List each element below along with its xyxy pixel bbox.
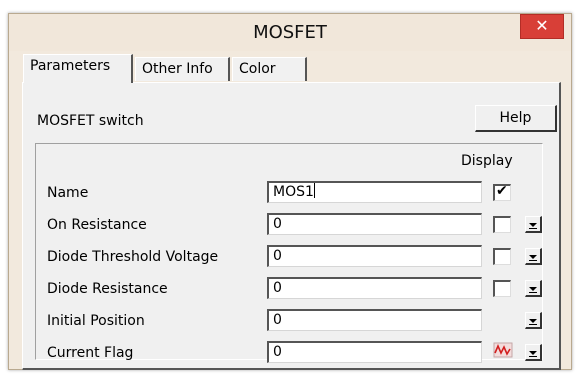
tab-color-label: Color: [239, 61, 276, 77]
diode-resistance-input[interactable]: 0: [267, 277, 482, 299]
help-button[interactable]: Help: [475, 105, 557, 132]
display-diode-resistance-checkbox[interactable]: [493, 280, 511, 297]
close-icon: ✕: [535, 16, 549, 35]
mosfet-dialog: MOSFET ✕ Parameters Other Info Color MOS…: [8, 13, 572, 370]
parameters-panel: MOSFET switch Help Display Name MOS1 On …: [22, 82, 561, 370]
diode-threshold-voltage-value: 0: [273, 248, 282, 264]
display-diode-threshold-voltage-checkbox[interactable]: [493, 248, 511, 265]
current-flag-value: 0: [273, 344, 282, 360]
on-resistance-input[interactable]: 0: [267, 213, 482, 235]
tab-other-info[interactable]: Other Info: [135, 57, 230, 81]
tab-parameters[interactable]: Parameters: [23, 54, 133, 83]
current-flag-icon[interactable]: [493, 342, 513, 358]
param-label-diode-threshold-voltage: Diode Threshold Voltage: [47, 249, 219, 265]
param-label-initial-position: Initial Position: [47, 313, 145, 329]
param-label-name: Name: [47, 185, 89, 201]
tab-color[interactable]: Color: [232, 57, 307, 81]
param-label-on-resistance: On Resistance: [47, 217, 147, 233]
tab-parameters-label: Parameters: [30, 58, 111, 74]
current-flag-dropdown-button[interactable]: [525, 344, 542, 361]
diode-resistance-dropdown-button[interactable]: [525, 280, 542, 297]
close-button[interactable]: ✕: [520, 14, 564, 39]
on-resistance-dropdown-button[interactable]: [525, 216, 542, 233]
diode-threshold-voltage-input[interactable]: 0: [267, 245, 482, 267]
tab-other-info-label: Other Info: [142, 61, 213, 77]
initial-position-value: 0: [273, 312, 282, 328]
on-resistance-value: 0: [273, 216, 282, 232]
name-value: MOS1: [273, 184, 314, 200]
text-cursor: [313, 183, 315, 198]
current-flag-input[interactable]: 0: [267, 341, 482, 363]
display-column-header: Display: [461, 153, 513, 169]
name-input[interactable]: MOS1: [267, 181, 482, 203]
title-bar[interactable]: MOSFET ✕: [9, 14, 571, 51]
diode-resistance-value: 0: [273, 280, 282, 296]
diode-threshold-voltage-dropdown-button[interactable]: [525, 248, 542, 265]
display-on-resistance-checkbox[interactable]: [493, 216, 511, 233]
initial-position-dropdown-button[interactable]: [525, 312, 542, 329]
window-title: MOSFET: [253, 22, 327, 43]
param-label-current-flag: Current Flag: [47, 345, 134, 361]
panel-caption: MOSFET switch: [37, 113, 144, 129]
display-name-checkbox[interactable]: [493, 183, 511, 201]
param-label-diode-resistance: Diode Resistance: [47, 281, 168, 297]
background-strip: [0, 0, 579, 12]
initial-position-input[interactable]: 0: [267, 309, 482, 331]
